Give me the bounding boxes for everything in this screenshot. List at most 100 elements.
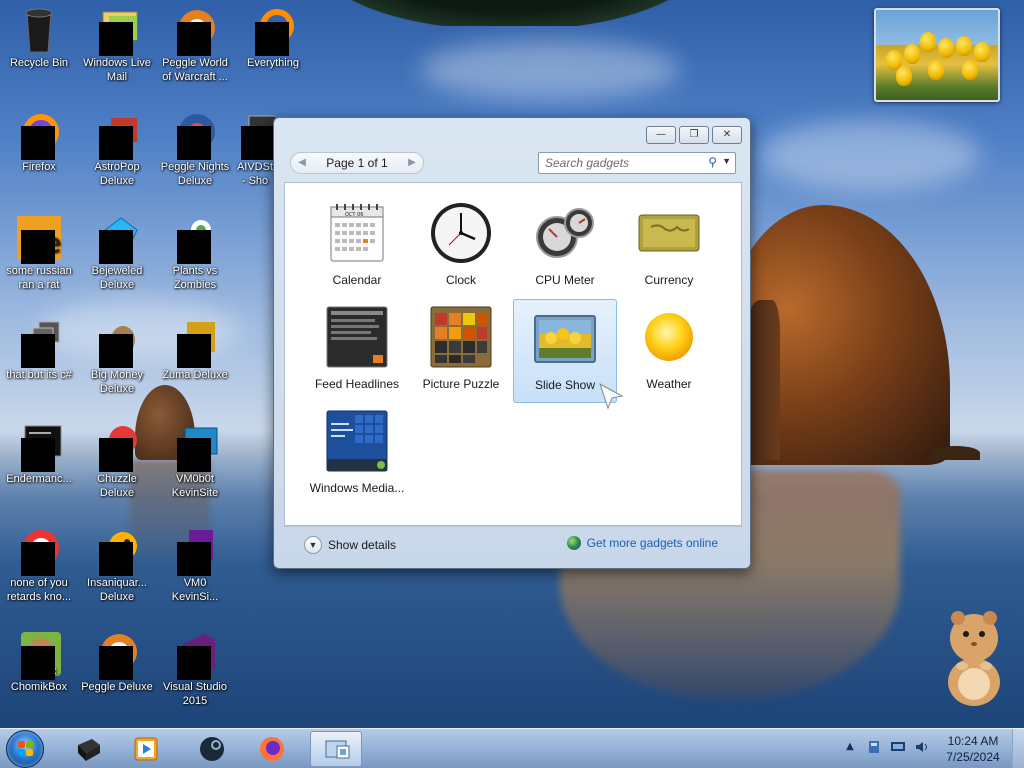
search-icon[interactable]: ⚲ — [708, 155, 717, 169]
gadget-weather[interactable]: Weather — [617, 299, 721, 403]
minimize-button[interactable]: — — [646, 126, 676, 144]
gadget-windows-media[interactable]: Windows Media... — [305, 403, 409, 507]
folder-e-icon: e — [15, 214, 63, 264]
vm-screen-icon — [171, 422, 219, 472]
previous-page-icon[interactable]: ◀ — [295, 156, 309, 170]
hamster-desktop-pet[interactable] — [940, 604, 1010, 708]
desktop-icon-that-but-its-csharp[interactable]: that but its c# — [1, 318, 77, 382]
chomikbox-icon: ox — [15, 630, 63, 680]
picture-puzzle-icon — [429, 305, 493, 369]
network-device-icon[interactable] — [866, 739, 882, 755]
gadget-currency[interactable]: Currency — [617, 195, 721, 299]
taskbar-app-media-player[interactable] — [120, 731, 172, 767]
clock-icon — [429, 201, 493, 265]
feed-headlines-icon — [325, 305, 389, 369]
desktop-icon-recycle-bin[interactable]: Recycle Bin — [1, 6, 77, 70]
show-hidden-icons-icon[interactable]: ▲ — [842, 739, 858, 755]
volume-icon[interactable] — [914, 739, 930, 755]
desktop-icon-endermanc[interactable]: Endermanc... — [1, 422, 77, 486]
globe-icon — [566, 536, 581, 550]
taskbar-app-gadget-gallery[interactable] — [310, 731, 362, 767]
desktop-icon-none-of-you[interactable]: none of you retards kno... — [1, 526, 77, 604]
peggle-icon — [93, 630, 141, 680]
vm-ribbon-icon — [171, 526, 219, 576]
desktop-icon-vm0b0t-kevinsite[interactable]: VM0b0t KevinSite — [157, 422, 233, 500]
visual-studio-icon — [171, 630, 219, 680]
desktop-icon-plants-vs-zombies[interactable]: Plants vs Zombies — [157, 214, 233, 292]
plant-icon — [171, 214, 219, 264]
monitor-icon[interactable] — [890, 739, 906, 755]
peggle-ball-icon — [15, 526, 63, 576]
media-player-icon — [134, 737, 158, 761]
gadget-calendar[interactable]: OCT 06 Calendar — [305, 195, 409, 299]
page-navigator: ◀ Page 1 of 1 ▶ — [290, 152, 424, 174]
firefox-icon — [260, 737, 284, 761]
shortcut-stack-icon — [15, 318, 63, 368]
taskbar-app-explorer[interactable] — [62, 731, 114, 767]
chuzzle-icon — [93, 422, 141, 472]
clock-time: 10:24 AM — [947, 734, 999, 748]
calendar-icon: OCT 06 — [325, 201, 389, 265]
top-notch-decoration — [330, 0, 690, 26]
taskbar-clock[interactable]: 10:24 AM 7/25/2024 — [938, 733, 1008, 765]
show-desktop-button[interactable] — [1012, 729, 1024, 768]
restore-button[interactable]: ❐ — [679, 126, 709, 144]
everything-search-icon — [249, 6, 297, 56]
desktop-icon-chuzzle[interactable]: Chuzzle Deluxe — [79, 422, 155, 500]
search-gadgets-input[interactable]: Search gadgets ⚲ ▼ — [538, 152, 736, 174]
show-details-label: Show details — [328, 538, 397, 552]
desktop-icon-vm0-kevinsi[interactable]: VM0 KevinSi... — [157, 526, 233, 604]
desktop-icon-visual-studio-2015[interactable]: Visual Studio 2015 — [157, 630, 233, 708]
calendar-month-label: OCT 06 — [345, 212, 364, 218]
money-bag-icon — [93, 318, 141, 368]
weather-sun-icon — [637, 305, 701, 369]
recycle-bin-icon — [15, 6, 63, 54]
desktop-icon-peggle-world-of-warcraft[interactable]: Peggle World of Warcraft ... — [157, 6, 233, 84]
get-more-gadgets-link[interactable]: Get more gadgets online — [566, 536, 718, 550]
windows-flag-icon — [18, 741, 34, 757]
shortcut-icon — [235, 110, 275, 160]
slideshow-gadget-tulips[interactable] — [874, 8, 1000, 102]
slide-show-icon — [533, 306, 597, 370]
taskbar: ▲ 10:24 AM 7/25/2024 — [0, 728, 1024, 768]
gadget-clock[interactable]: Clock — [409, 195, 513, 299]
search-placeholder: Search gadgets — [545, 156, 630, 170]
fish-icon — [93, 526, 141, 576]
desktop-icon-some-russian[interactable]: e some russian ran a rat — [1, 214, 77, 292]
windows-media-icon — [325, 409, 389, 473]
black-box-icon — [78, 739, 100, 761]
desktop-icon-aivdst[interactable]: AIVDSt - Sho — [235, 110, 275, 188]
taskbar-app-firefox[interactable] — [246, 731, 298, 767]
astropop-icon — [93, 110, 141, 160]
desktop-icon-bejeweled[interactable]: Bejeweled Deluxe — [79, 214, 155, 292]
taskbar-app-steam[interactable] — [186, 731, 238, 767]
peggle-wow-icon — [171, 6, 219, 56]
start-button[interactable] — [6, 730, 44, 768]
next-page-icon[interactable]: ▶ — [405, 156, 419, 170]
show-details-button[interactable]: ▼ Show details — [304, 536, 396, 554]
desktop-icon-zuma-deluxe[interactable]: Zuma Deluxe — [157, 318, 233, 382]
gadgets-icon — [325, 740, 350, 759]
desktop-icon-astropop[interactable]: AstroPop Deluxe — [79, 110, 155, 188]
clock-date: 7/25/2024 — [946, 750, 1000, 764]
system-tray: ▲ — [842, 739, 930, 755]
mouse-cursor-icon — [599, 382, 624, 410]
desktop-icon-big-money[interactable]: Big Money Deluxe — [79, 318, 155, 396]
gallery-footer: ▼ Show details Get more gadgets online — [284, 526, 742, 562]
desktop-icon-peggle-nights[interactable]: Peggle Nights Deluxe — [157, 110, 233, 188]
desktop-icon-windows-live-mail[interactable]: Windows Live Mail — [79, 6, 155, 84]
gadget-list: OCT 06 Calendar Clock CPU Meter Currency… — [284, 182, 742, 526]
cpu-meter-icon — [533, 201, 597, 265]
desktop-icon-everything[interactable]: Everything — [235, 6, 311, 70]
search-dropdown-icon[interactable]: ▼ — [722, 156, 731, 166]
desktop-icon-insaniquarium[interactable]: Insaniquar... Deluxe — [79, 526, 155, 604]
currency-icon — [637, 201, 701, 265]
gadget-cpu-meter[interactable]: CPU Meter — [513, 195, 617, 299]
desktop-icon-firefox[interactable]: Firefox — [1, 110, 77, 174]
gadget-feed-headlines[interactable]: Feed Headlines — [305, 299, 409, 403]
desktop-icon-chomikbox[interactable]: ox ChomikBox — [1, 630, 77, 694]
desktop-icon-peggle-deluxe[interactable]: Peggle Deluxe — [79, 630, 155, 694]
gadget-picture-puzzle[interactable]: Picture Puzzle — [409, 299, 513, 403]
gem-icon — [93, 214, 141, 264]
close-button[interactable]: ✕ — [712, 126, 742, 144]
